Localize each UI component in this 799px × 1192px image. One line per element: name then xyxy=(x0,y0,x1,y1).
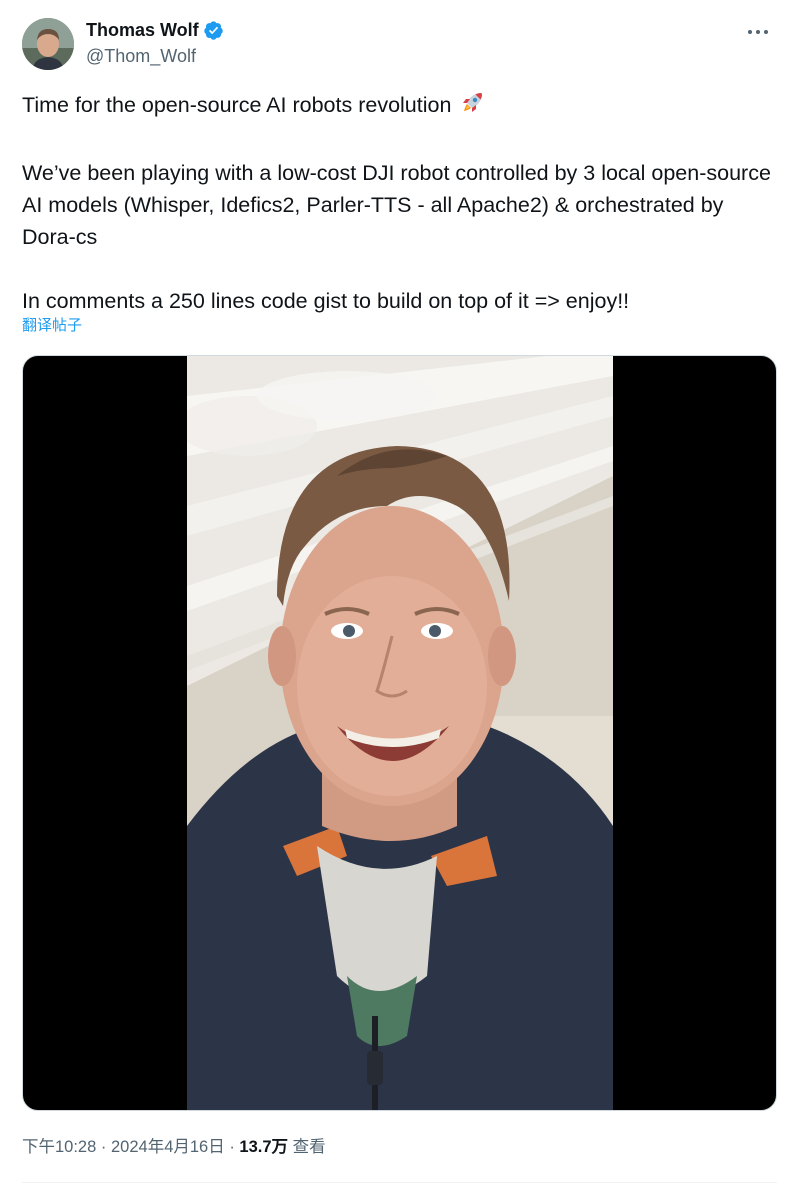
tweet-paragraph-2: We’ve been playing with a low-cost DJI r… xyxy=(22,161,771,249)
tweet-paragraph-1: Time for the open-source AI robots revol… xyxy=(22,89,782,125)
rocket-emoji-icon xyxy=(459,90,485,125)
divider xyxy=(22,1182,777,1183)
tweet-meta: 下午10:28 · 2024年4月16日 · 13.7万 查看 xyxy=(22,1136,326,1158)
video-thumbnail xyxy=(187,356,613,1110)
tweet-header: Thomas Wolf @Thom_Wolf xyxy=(22,18,783,70)
tweet-paragraph-3: In comments a 250 lines code gist to bui… xyxy=(22,289,630,313)
avatar-image xyxy=(22,18,74,70)
translate-post-link[interactable]: 翻译帖子 xyxy=(22,316,82,336)
views-count: 13.7万 xyxy=(239,1138,289,1156)
display-name[interactable]: Thomas Wolf xyxy=(86,19,199,41)
author-names: Thomas Wolf @Thom_Wolf xyxy=(86,19,224,67)
tweet-time: 下午10:28 xyxy=(22,1138,97,1156)
tweet: Thomas Wolf @Thom_Wolf Time for the open… xyxy=(0,0,799,1192)
tweet-time-link[interactable]: 下午10:28 · 2024年4月16日 xyxy=(22,1138,225,1156)
meta-separator: · xyxy=(229,1138,235,1156)
meta-separator: · xyxy=(100,1138,107,1156)
tweet-date: 2024年4月16日 xyxy=(110,1138,225,1156)
verified-badge-icon[interactable] xyxy=(203,20,224,41)
more-options-button[interactable] xyxy=(741,20,775,44)
more-horizontal-icon xyxy=(748,30,768,34)
avatar[interactable] xyxy=(22,18,74,70)
views-label: 查看 xyxy=(292,1138,326,1156)
video-frame xyxy=(187,356,613,1110)
video-player[interactable] xyxy=(22,355,777,1111)
tweet-text: Time for the open-source AI robots revol… xyxy=(22,89,782,317)
author-handle[interactable]: @Thom_Wolf xyxy=(86,45,224,67)
